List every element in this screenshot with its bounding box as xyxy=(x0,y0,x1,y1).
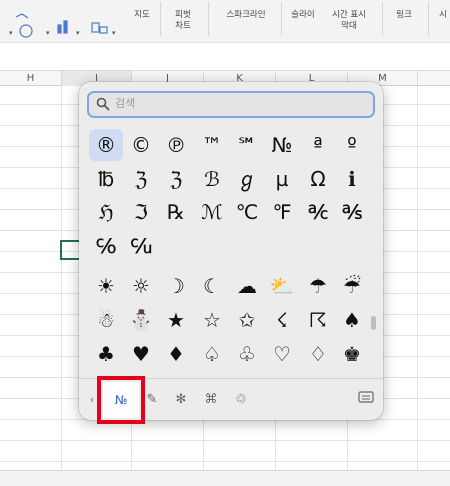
symbol-cell[interactable]: ♧ xyxy=(230,338,264,370)
symbol-cell[interactable]: ℅ xyxy=(89,230,123,262)
symbol-cell[interactable]: ℀ xyxy=(301,196,335,228)
ribbon-overflow-button[interactable]: 시 xyxy=(436,10,450,21)
ribbon-separator xyxy=(281,2,282,36)
ribbon-chart-icons[interactable]: ▾ ▾ ▾ ▾ xyxy=(6,2,126,38)
ribbon-map-button[interactable]: 지도 xyxy=(130,10,154,21)
category-asterisk-icon[interactable]: ✻ xyxy=(170,391,192,409)
symbol-cell[interactable]: © xyxy=(124,129,158,161)
symbol-cell[interactable]: ☔ xyxy=(335,270,369,302)
search-placeholder: 검색 xyxy=(115,97,136,110)
symbol-cell[interactable]: ℹ xyxy=(335,163,369,195)
symbol-cell[interactable]: ℬ xyxy=(195,163,229,195)
symbol-cell[interactable]: ☆ xyxy=(195,304,229,336)
symbol-cell[interactable]: ℨ xyxy=(124,163,158,195)
symbol-cell[interactable]: ℉ xyxy=(265,196,299,228)
annotation-highlight-box xyxy=(97,376,145,424)
category-recycle-icon[interactable]: ♲ xyxy=(230,391,252,409)
symbol-cell[interactable]: ℨ xyxy=(159,163,193,195)
symbol-cell[interactable]: ☇ xyxy=(265,304,299,336)
symbol-cell[interactable]: ® xyxy=(89,129,123,161)
chart-type-icons: ▾ ▾ ▾ ▾ xyxy=(9,13,116,38)
ribbon-slicer-button[interactable]: 슬라이 xyxy=(286,10,320,21)
symbol-cell[interactable]: ☀ xyxy=(89,270,123,302)
search-icon xyxy=(96,97,110,111)
ribbon: ▾ ▾ ▾ ▾ 지도 피벗 차트 스파크라인 슬라이 시간 표시 막대 링크 시 xyxy=(0,0,450,42)
svg-text:▾: ▾ xyxy=(112,29,116,37)
ribbon-separator xyxy=(208,2,209,36)
emoji-search-field[interactable]: 검색 xyxy=(87,91,375,118)
symbol-cell[interactable]: ☽ xyxy=(159,270,193,302)
symbol-cell[interactable]: № xyxy=(265,129,299,161)
symbol-cell[interactable]: ♠ xyxy=(335,304,369,336)
symbol-cell[interactable]: ℊ xyxy=(230,163,264,195)
symbol-cell[interactable]: ☼ xyxy=(124,270,158,302)
symbol-cell[interactable]: ✩ xyxy=(230,304,264,336)
ribbon-separator xyxy=(160,2,161,36)
symbol-cell[interactable]: ☂ xyxy=(301,270,335,302)
symbol-cell[interactable]: ♢ xyxy=(301,338,335,370)
ribbon-sparkline-button[interactable]: 스파크라인 xyxy=(218,10,274,21)
symbol-cell[interactable]: ℌ xyxy=(89,196,123,228)
symbol-cell[interactable]: ℠ xyxy=(230,129,264,161)
symbol-cell[interactable]: ℁ xyxy=(335,196,369,228)
symbol-cell[interactable]: ™ xyxy=(195,129,229,161)
ribbon-timeline-button[interactable]: 시간 표시 막대 xyxy=(326,10,372,32)
ribbon-separator xyxy=(428,2,429,36)
category-command-icon[interactable]: ⌘ xyxy=(200,391,222,409)
symbol-cell[interactable]: ☃ xyxy=(89,304,123,336)
symbol-cell[interactable]: µ xyxy=(265,163,299,195)
column-header-h[interactable]: H xyxy=(0,71,62,86)
symbol-cell[interactable]: ♣ xyxy=(89,338,123,370)
symbol-cell[interactable]: ℑ xyxy=(124,196,158,228)
symbol-cell[interactable]: º xyxy=(335,129,369,161)
symbol-cell[interactable]: ℳ xyxy=(195,196,229,228)
symbol-cell[interactable]: ⛅ xyxy=(265,270,299,302)
keyboard-viewer-icon[interactable] xyxy=(357,391,375,409)
ribbon-link-button[interactable]: 링크 xyxy=(390,10,418,21)
symbol-cell[interactable]: ♥ xyxy=(124,338,158,370)
symbol-cell[interactable]: Ω xyxy=(301,163,335,195)
keyboard-icon xyxy=(358,391,374,403)
selected-cell[interactable] xyxy=(60,240,80,260)
ribbon-pivot-chart-button[interactable]: 피벗 차트 xyxy=(166,10,200,32)
chevron-left-icon[interactable]: ‹ xyxy=(87,391,97,409)
formula-bar-area xyxy=(0,42,450,70)
symbol-cell[interactable]: ♦ xyxy=(159,338,193,370)
sheet-tab-bar xyxy=(0,470,450,486)
symbol-cell[interactable]: ℗ xyxy=(159,129,193,161)
scrollbar-thumb[interactable] xyxy=(371,316,376,330)
symbol-cell[interactable]: ℆ xyxy=(124,230,158,262)
character-viewer-popup: 검색 ® © ℗ ™ ℠ № ª º ℔ ℨ ℨ ℬℊ µ Ωℹ ℌ ℑ ℞ ℳ ℃ ℉ ℀ ℁ ℅ ℆ ☀ ☼ ☽ ☾ ☁ ⛅ ☂ ☔ ☃ ⛄ ★… xyxy=(79,82,383,424)
symbol-cell[interactable]: ☈ xyxy=(301,304,335,336)
symbol-cell[interactable]: ☾ xyxy=(195,270,229,302)
svg-text:▾: ▾ xyxy=(46,29,50,37)
symbol-cell[interactable]: ⛄ xyxy=(124,304,158,336)
symbol-cell[interactable]: ℞ xyxy=(159,196,193,228)
symbol-cell[interactable]: ☁ xyxy=(230,270,264,302)
symbol-cell[interactable]: ª xyxy=(301,129,335,161)
symbol-cell[interactable]: ♚ xyxy=(335,338,369,370)
ribbon-separator xyxy=(382,2,383,36)
symbol-cell[interactable]: ♤ xyxy=(195,338,229,370)
svg-text:▾: ▾ xyxy=(76,29,80,37)
symbol-cell[interactable]: ★ xyxy=(159,304,193,336)
symbol-cell[interactable]: ℃ xyxy=(230,196,264,228)
svg-text:▾: ▾ xyxy=(9,29,13,37)
symbol-cell[interactable]: ♡ xyxy=(265,338,299,370)
symbol-cell[interactable]: ℔ xyxy=(89,163,123,195)
